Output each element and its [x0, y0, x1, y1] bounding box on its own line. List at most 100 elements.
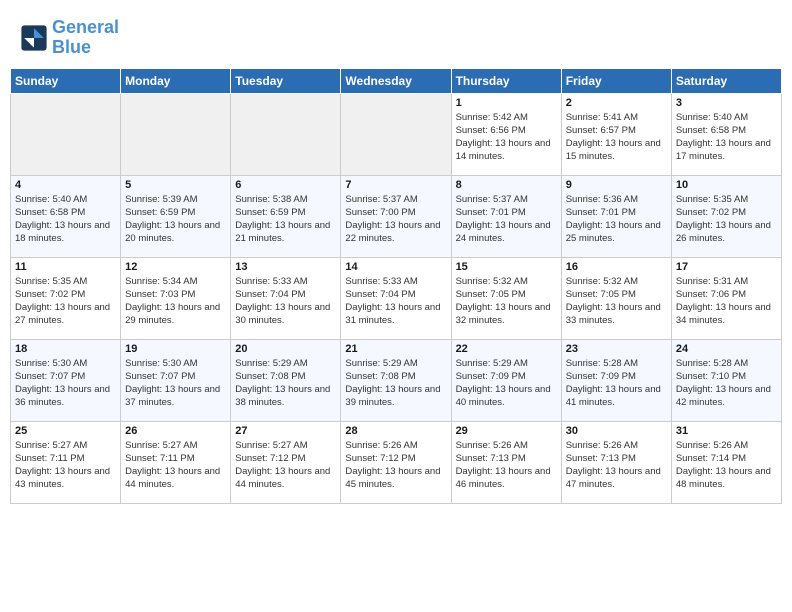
calendar-cell: 28Sunrise: 5:26 AMSunset: 7:12 PMDayligh…: [341, 421, 451, 503]
calendar-cell: [121, 93, 231, 175]
calendar-week-2: 4Sunrise: 5:40 AMSunset: 6:58 PMDaylight…: [11, 175, 782, 257]
calendar-cell: 13 Sunrise: 5:33 AMSunset: 7:04 PMDayligh…: [231, 257, 341, 339]
day-info: Sunrise: 5:29 AMSunset: 7:08 PMDaylight:…: [235, 357, 336, 410]
day-info: Sunrise: 5:32 AMSunset: 7:05 PMDaylight:…: [566, 275, 667, 328]
day-info: Sunrise: 5:37 AMSunset: 7:00 PMDaylight:…: [345, 193, 446, 246]
day-number: 24: [676, 343, 777, 355]
calendar-cell: 11Sunrise: 5:35 AMSunset: 7:02 PMDayligh…: [11, 257, 121, 339]
calendar-cell: 18 Sunrise: 5:30 AMSunset: 7:07 PMDayligh…: [11, 339, 121, 421]
day-info: Sunrise: 5:28 AMSunset: 7:10 PMDaylight:…: [676, 357, 777, 410]
day-number: 7: [345, 179, 446, 191]
weekday-header-wednesday: Wednesday: [341, 68, 451, 93]
day-info: Sunrise: 5:32 AMSunset: 7:05 PMDaylight:…: [456, 275, 557, 328]
day-number: 29: [456, 425, 557, 437]
calendar-cell: 26 Sunrise: 5:27 AMSunset: 7:11 PMDayligh…: [121, 421, 231, 503]
day-number: 30: [566, 425, 667, 437]
calendar-cell: 24 Sunrise: 5:28 AMSunset: 7:10 PMDayligh…: [671, 339, 781, 421]
calendar-week-1: 1Sunrise: 5:42 AMSunset: 6:56 PMDaylight…: [11, 93, 782, 175]
day-info: Sunrise: 5:38 AMSunset: 6:59 PMDaylight:…: [235, 193, 336, 246]
day-number: 23: [566, 343, 667, 355]
calendar-cell: 17 Sunrise: 5:31 AMSunset: 7:06 PMDayligh…: [671, 257, 781, 339]
day-number: 18: [15, 343, 116, 355]
day-number: 2: [566, 97, 667, 109]
logo: GeneralBlue: [20, 18, 119, 58]
day-number: 31: [676, 425, 777, 437]
day-number: 26: [125, 425, 226, 437]
day-info: Sunrise: 5:26 AMSunset: 7:13 PMDaylight:…: [456, 439, 557, 492]
logo-text: GeneralBlue: [52, 18, 119, 58]
day-info: Sunrise: 5:27 AMSunset: 7:11 PMDaylight:…: [15, 439, 116, 492]
weekday-header-friday: Friday: [561, 68, 671, 93]
day-number: 17: [676, 261, 777, 273]
day-number: 6: [235, 179, 336, 191]
calendar-cell: 8 Sunrise: 5:37 AMSunset: 7:01 PMDaylight…: [451, 175, 561, 257]
day-info: Sunrise: 5:33 AMSunset: 7:04 PMDaylight:…: [345, 275, 446, 328]
calendar-cell: 20 Sunrise: 5:29 AMSunset: 7:08 PMDayligh…: [231, 339, 341, 421]
day-number: 13: [235, 261, 336, 273]
day-info: Sunrise: 5:31 AMSunset: 7:06 PMDaylight:…: [676, 275, 777, 328]
day-number: 20: [235, 343, 336, 355]
day-info: Sunrise: 5:34 AMSunset: 7:03 PMDaylight:…: [125, 275, 226, 328]
day-info: Sunrise: 5:41 AMSunset: 6:57 PMDaylight:…: [566, 111, 667, 164]
day-info: Sunrise: 5:30 AMSunset: 7:07 PMDaylight:…: [125, 357, 226, 410]
day-info: Sunrise: 5:28 AMSunset: 7:09 PMDaylight:…: [566, 357, 667, 410]
calendar-cell: [341, 93, 451, 175]
day-number: 10: [676, 179, 777, 191]
calendar-cell: 15 Sunrise: 5:32 AMSunset: 7:05 PMDayligh…: [451, 257, 561, 339]
day-info: Sunrise: 5:39 AMSunset: 6:59 PMDaylight:…: [125, 193, 226, 246]
day-number: 14: [345, 261, 446, 273]
calendar-cell: 5 Sunrise: 5:39 AMSunset: 6:59 PMDaylight…: [121, 175, 231, 257]
calendar-cell: [231, 93, 341, 175]
day-info: Sunrise: 5:26 AMSunset: 7:14 PMDaylight:…: [676, 439, 777, 492]
day-number: 16: [566, 261, 667, 273]
day-number: 3: [676, 97, 777, 109]
logo-icon: [20, 24, 48, 52]
calendar-cell: 30 Sunrise: 5:26 AMSunset: 7:13 PMDayligh…: [561, 421, 671, 503]
weekday-header-thursday: Thursday: [451, 68, 561, 93]
day-info: Sunrise: 5:26 AMSunset: 7:13 PMDaylight:…: [566, 439, 667, 492]
calendar-cell: 1Sunrise: 5:42 AMSunset: 6:56 PMDaylight…: [451, 93, 561, 175]
day-info: Sunrise: 5:33 AMSunset: 7:04 PMDaylight:…: [235, 275, 336, 328]
calendar-cell: 23 Sunrise: 5:28 AMSunset: 7:09 PMDayligh…: [561, 339, 671, 421]
calendar-body: 1Sunrise: 5:42 AMSunset: 6:56 PMDaylight…: [11, 93, 782, 503]
day-number: 4: [15, 179, 116, 191]
day-number: 15: [456, 261, 557, 273]
day-info: Sunrise: 5:42 AMSunset: 6:56 PMDaylight:…: [456, 111, 557, 164]
calendar-cell: 2 Sunrise: 5:41 AMSunset: 6:57 PMDaylight…: [561, 93, 671, 175]
weekday-header-tuesday: Tuesday: [231, 68, 341, 93]
day-info: Sunrise: 5:37 AMSunset: 7:01 PMDaylight:…: [456, 193, 557, 246]
day-number: 5: [125, 179, 226, 191]
calendar-cell: 27 Sunrise: 5:27 AMSunset: 7:12 PMDayligh…: [231, 421, 341, 503]
day-number: 22: [456, 343, 557, 355]
day-info: Sunrise: 5:30 AMSunset: 7:07 PMDaylight:…: [15, 357, 116, 410]
calendar-week-3: 11Sunrise: 5:35 AMSunset: 7:02 PMDayligh…: [11, 257, 782, 339]
day-info: Sunrise: 5:29 AMSunset: 7:09 PMDaylight:…: [456, 357, 557, 410]
calendar-cell: 12 Sunrise: 5:34 AMSunset: 7:03 PMDayligh…: [121, 257, 231, 339]
day-info: Sunrise: 5:40 AMSunset: 6:58 PMDaylight:…: [676, 111, 777, 164]
weekday-header-sunday: Sunday: [11, 68, 121, 93]
day-info: Sunrise: 5:29 AMSunset: 7:08 PMDaylight:…: [345, 357, 446, 410]
weekday-header-monday: Monday: [121, 68, 231, 93]
calendar-cell: 16 Sunrise: 5:32 AMSunset: 7:05 PMDayligh…: [561, 257, 671, 339]
day-number: 11: [15, 261, 116, 273]
day-number: 12: [125, 261, 226, 273]
calendar-cell: 4Sunrise: 5:40 AMSunset: 6:58 PMDaylight…: [11, 175, 121, 257]
header: GeneralBlue: [10, 10, 782, 62]
calendar-cell: 19Sunrise: 5:30 AMSunset: 7:07 PMDayligh…: [121, 339, 231, 421]
calendar-week-4: 18 Sunrise: 5:30 AMSunset: 7:07 PMDayligh…: [11, 339, 782, 421]
day-info: Sunrise: 5:27 AMSunset: 7:12 PMDaylight:…: [235, 439, 336, 492]
day-number: 27: [235, 425, 336, 437]
calendar-cell: 10 Sunrise: 5:35 AMSunset: 7:02 PMDayligh…: [671, 175, 781, 257]
day-info: Sunrise: 5:27 AMSunset: 7:11 PMDaylight:…: [125, 439, 226, 492]
calendar-cell: 22 Sunrise: 5:29 AMSunset: 7:09 PMDayligh…: [451, 339, 561, 421]
day-info: Sunrise: 5:36 AMSunset: 7:01 PMDaylight:…: [566, 193, 667, 246]
day-number: 8: [456, 179, 557, 191]
day-number: 21: [345, 343, 446, 355]
day-number: 9: [566, 179, 667, 191]
day-number: 25: [15, 425, 116, 437]
calendar-cell: 25 Sunrise: 5:27 AMSunset: 7:11 PMDayligh…: [11, 421, 121, 503]
day-info: Sunrise: 5:35 AMSunset: 7:02 PMDaylight:…: [676, 193, 777, 246]
calendar-cell: 29 Sunrise: 5:26 AMSunset: 7:13 PMDayligh…: [451, 421, 561, 503]
day-number: 28: [345, 425, 446, 437]
calendar-table: SundayMondayTuesdayWednesdayThursdayFrid…: [10, 68, 782, 504]
